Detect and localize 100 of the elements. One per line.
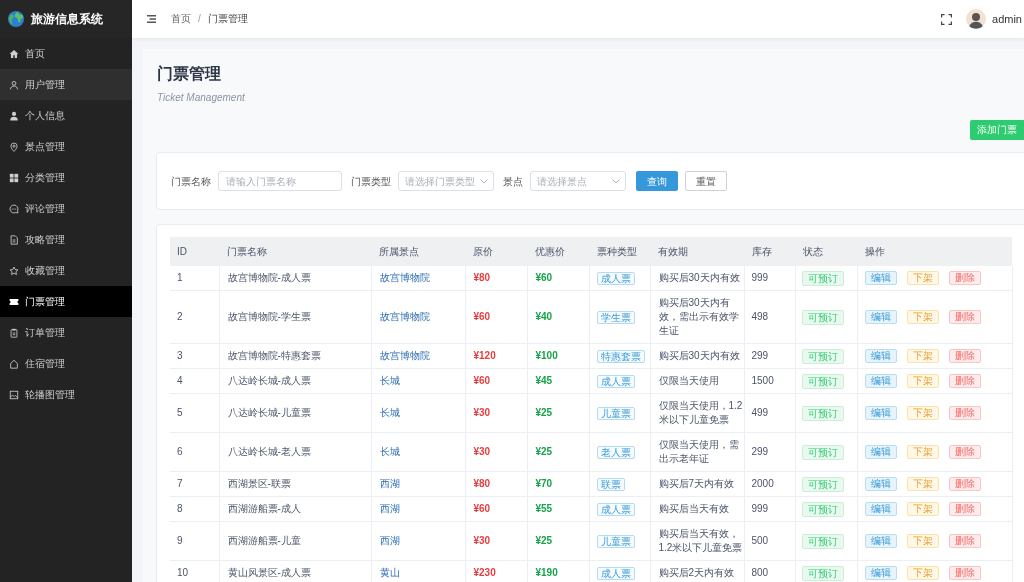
ticket-type-tag: 联票 [596,477,625,491]
table-cell: 999 [744,266,795,291]
attraction-link[interactable]: 故宫博物院 [379,350,430,361]
fullscreen-icon[interactable] [941,13,953,25]
sidebar-item[interactable]: 订单管理 [0,317,132,348]
delete-button[interactable]: 删除 [948,406,981,420]
grid-icon [9,172,19,183]
home-icon [9,48,19,59]
status-tag: 可预订 [801,533,844,549]
sidebar-item[interactable]: 评论管理 [0,193,132,224]
ticket-type-tag: 成人票 [596,374,635,388]
attraction-link[interactable]: 长城 [379,446,400,457]
table-cell: ¥100 [527,343,589,369]
select-field[interactable]: 请选择景点 [530,171,626,191]
attraction-link[interactable]: 西湖 [379,478,400,489]
sidebar-item[interactable]: 首页 [0,38,132,69]
unlist-button[interactable]: 下架 [906,477,939,491]
edit-button[interactable]: 编辑 [864,310,897,324]
table-cell: 1500 [744,368,795,394]
unlist-button[interactable]: 下架 [906,445,939,459]
unlist-button[interactable]: 下架 [906,271,939,285]
attraction-link[interactable]: 黄山 [379,567,400,578]
table-cell: ¥30 [465,432,527,472]
table-cell: 故宫博物院-成人票 [219,266,371,291]
unlist-button[interactable]: 下架 [906,534,939,548]
status-tag: 可预订 [801,373,844,389]
edit-button[interactable]: 编辑 [864,477,897,491]
unlist-button[interactable]: 下架 [906,406,939,420]
table-cell: ¥25 [527,432,589,472]
attraction-link[interactable]: 故宫博物院 [379,272,430,283]
add-ticket-button[interactable]: 添加门票 [970,120,1024,140]
breadcrumb-separator: / [198,12,201,26]
unlist-button[interactable]: 下架 [906,310,939,324]
table-cell: ¥25 [527,393,589,433]
sidebar-item[interactable]: 住宿管理 [0,348,132,379]
ticket-type-tag: 学生票 [596,310,635,324]
breadcrumb-link[interactable]: 首页 [171,12,191,26]
status-tag: 可预订 [801,476,844,492]
unlist-button[interactable]: 下架 [906,349,939,363]
table-cell: 299 [744,432,795,472]
table-cell: 购买后7天内有效 [650,471,744,497]
user-name[interactable]: admin [992,12,1022,26]
sidebar-item[interactable]: 收藏管理 [0,255,132,286]
column-header: 状态 [795,237,857,266]
table-cell: 6 [170,432,219,472]
delete-button[interactable]: 删除 [948,271,981,285]
edit-button[interactable]: 编辑 [864,566,897,580]
attraction-link[interactable]: 长城 [379,407,400,418]
table-cell: ¥190 [527,560,589,582]
edit-button[interactable]: 编辑 [864,406,897,420]
delete-button[interactable]: 删除 [948,477,981,491]
user-icon [9,79,19,90]
table-cell: 999 [744,496,795,522]
table-cell: ¥60 [527,266,589,291]
ticket-type-tag: 老人票 [596,445,635,459]
edit-button[interactable]: 编辑 [864,502,897,516]
edit-button[interactable]: 编辑 [864,534,897,548]
star-icon [9,265,19,276]
table-cell: ¥230 [465,560,527,582]
attraction-link[interactable]: 长城 [379,375,400,386]
menu-icon[interactable] [147,15,156,23]
edit-button[interactable]: 编辑 [864,445,897,459]
search-button[interactable]: 查询 [636,171,678,191]
ticket-type-tag: 特惠套票 [596,349,645,363]
table-cell: 八达岭长城-老人票 [219,432,371,472]
text-input[interactable]: 请输入门票名称 [218,171,342,191]
sidebar-item[interactable]: 景点管理 [0,131,132,162]
attraction-link[interactable]: 西湖 [379,535,400,546]
delete-button[interactable]: 删除 [948,566,981,580]
delete-button[interactable]: 删除 [948,534,981,548]
edit-button[interactable]: 编辑 [864,271,897,285]
edit-button[interactable]: 编辑 [864,374,897,388]
sidebar-item[interactable]: 分类管理 [0,162,132,193]
sidebar-item[interactable]: 轮播图管理 [0,379,132,410]
column-header: 所属景点 [371,237,465,266]
sidebar-item[interactable]: 攻略管理 [0,224,132,255]
sidebar-item[interactable]: 用户管理 [0,69,132,100]
delete-button[interactable]: 删除 [948,374,981,388]
avatar-icon[interactable] [966,9,987,29]
attraction-link[interactable]: 故宫博物院 [379,311,430,322]
delete-button[interactable]: 删除 [948,502,981,516]
delete-button[interactable]: 删除 [948,349,981,363]
globe-icon [8,11,24,27]
table-cell: 黄山风景区-成人票 [219,560,371,582]
status-tag: 可预订 [801,348,844,364]
field-label: 门票类型 [351,174,391,189]
ticket-icon [9,296,19,307]
column-header: 票种类型 [589,237,650,266]
delete-button[interactable]: 删除 [948,310,981,324]
reset-button[interactable]: 重置 [685,171,727,191]
unlist-button[interactable]: 下架 [906,566,939,580]
sidebar-item[interactable]: 门票管理 [0,286,132,317]
unlist-button[interactable]: 下架 [906,374,939,388]
column-header: 门票名称 [219,237,371,266]
delete-button[interactable]: 删除 [948,445,981,459]
sidebar-item[interactable]: 个人信息 [0,100,132,131]
unlist-button[interactable]: 下架 [906,502,939,516]
edit-button[interactable]: 编辑 [864,349,897,363]
select-field[interactable]: 请选择门票类型 [398,171,494,191]
attraction-link[interactable]: 西湖 [379,503,400,514]
